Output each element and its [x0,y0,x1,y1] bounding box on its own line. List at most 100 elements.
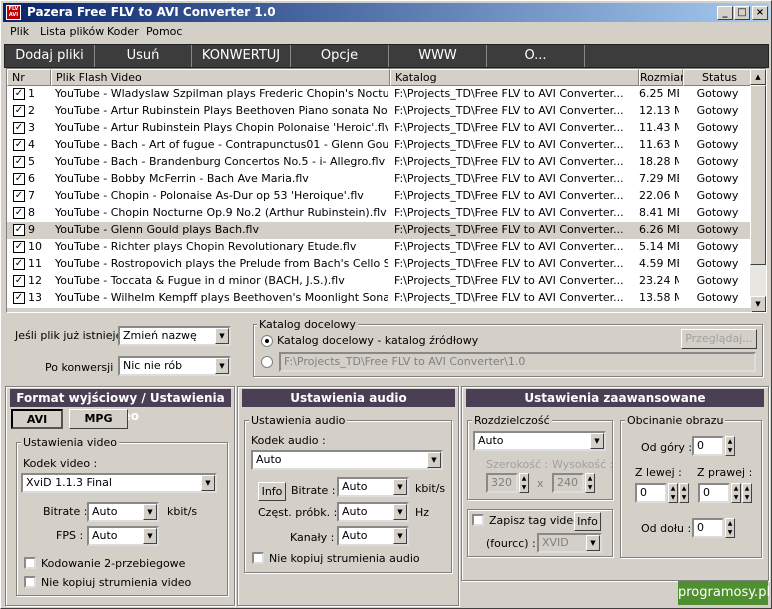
chevron-down-icon[interactable]: ▼ [393,528,407,544]
table-row[interactable]: ✓ 11 YouTube - Rostropovich plays the Prel… [7,256,752,273]
chevron-down-icon[interactable]: ▼ [143,504,157,520]
crop-left-field[interactable]: 0 [635,483,667,503]
list-scrollbar[interactable]: ▲ ▼ [750,69,766,312]
browse-button[interactable]: Przeglądaj... [681,329,757,349]
crop-bottom-field[interactable]: 0 [692,518,724,538]
crop-top-field[interactable]: 0 [692,436,724,456]
table-row[interactable]: ✓ 2 YouTube - Artur Rubinstein Plays Beeth… [7,103,752,120]
row-checkbox[interactable]: ✓ [13,105,25,117]
chevron-down-icon[interactable]: ▼ [590,433,604,449]
audio-codec-select[interactable]: Auto ▼ [251,450,443,470]
menu-lista-plikow[interactable]: Lista plików [40,25,104,38]
chevron-down-icon[interactable]: ▼ [215,358,229,374]
chevron-down-icon[interactable]: ▼ [393,479,407,495]
menu-koder[interactable]: Koder [107,25,139,38]
row-checkbox[interactable]: ✓ [13,275,25,287]
tab-avi[interactable]: AVI [11,409,63,429]
convert-button[interactable]: KONWERTUJ [192,45,291,67]
chevron-down-icon[interactable]: ▼ [143,528,157,544]
crop-top-spinner[interactable]: ▲ ▼ [725,436,735,456]
minimize-button[interactable]: _ [717,6,733,20]
height-spinner[interactable]: ▲ ▼ [585,473,595,493]
row-checkbox[interactable]: ✓ [13,88,25,100]
resolution-select[interactable]: Auto ▼ [473,431,606,451]
file-list[interactable]: Nr Plik Flash Video Katalog Rozmiar Stat… [6,68,767,313]
audio-nocopy-checkbox[interactable] [252,552,264,564]
dest-path-field[interactable]: F:\Projects_TD\Free FLV to AVI Converter… [279,352,756,372]
row-checkbox[interactable]: ✓ [13,292,25,304]
table-row[interactable]: ✓ 6 YouTube - Bobby McFerrin - Bach Ave Ma… [7,171,752,188]
www-button[interactable]: WWW [389,45,487,67]
video-bitrate-select[interactable]: Auto ▼ [87,502,159,522]
height-field[interactable]: 240 [552,473,584,493]
row-checkbox[interactable]: ✓ [13,139,25,151]
chevron-down-icon[interactable]: ▼ [215,328,229,344]
menu-plik[interactable]: Plik [10,25,29,38]
video-nocopy-checkbox[interactable] [24,576,36,588]
row-checkbox[interactable]: ✓ [13,258,25,270]
fps-select[interactable]: Auto ▼ [87,526,159,546]
table-row[interactable]: ✓ 9 YouTube - Glenn Gould plays Bach.flv F:… [7,222,752,239]
crop-right-field[interactable]: 0 [698,483,730,503]
crop-bottom-spinner[interactable]: ▲ ▼ [725,518,735,538]
col-size[interactable]: Rozmiar [639,69,685,86]
table-row[interactable]: ✓ 3 YouTube - Artur Rubinstein Plays Chopi… [7,120,752,137]
table-row[interactable]: ✓ 5 YouTube - Bach - Brandenburg Concertos… [7,154,752,171]
crop-left-spinner2[interactable]: ▲ ▼ [679,483,689,503]
chevron-down-icon[interactable]: ▼ [201,475,215,491]
table-row[interactable]: ✓ 13 YouTube - Wilhelm Kempff plays Beetho… [7,290,752,307]
close-button[interactable]: × [752,6,768,20]
options-button[interactable]: Opcje [291,45,389,67]
fourcc-select[interactable]: XVID ▼ [537,533,602,553]
remove-button[interactable]: Usuń [95,45,192,67]
row-checkbox[interactable]: ✓ [13,207,25,219]
row-checkbox[interactable]: ✓ [13,122,25,134]
chevron-down-icon[interactable]: ▼ [586,535,600,551]
video-codec-select[interactable]: XviD 1.1.3 Final ▼ [21,473,217,493]
width-field[interactable]: 320 [486,473,518,493]
maximize-button[interactable]: □ [734,6,750,20]
crop-right-spinner2[interactable]: ▲ ▼ [742,483,752,503]
menu-pomoc[interactable]: Pomoc [146,25,182,38]
tag-info-button[interactable]: Info [574,512,601,531]
table-row[interactable]: ✓ 8 YouTube - Chopin Nocturne Op.9 No.2 (A… [7,205,752,222]
about-button[interactable]: O... [487,45,585,67]
row-checkbox[interactable]: ✓ [13,241,25,253]
chevron-down-icon[interactable]: ▼ [427,452,441,468]
chevron-down-icon[interactable]: ▼ [393,504,407,520]
advanced-panel-title: Ustawienia zaawansowane [466,389,764,407]
freq-select[interactable]: Auto ▼ [337,502,409,522]
col-status[interactable]: Status [683,69,752,86]
width-spinner[interactable]: ▲ ▼ [519,473,529,493]
row-checkbox[interactable]: ✓ [13,173,25,185]
col-dir[interactable]: Katalog [390,69,639,86]
crop-right-spinner[interactable]: ▲ ▼ [731,483,741,503]
scroll-thumb[interactable] [750,85,766,265]
row-checkbox[interactable]: ✓ [13,224,25,236]
table-row[interactable]: ✓ 1 YouTube - Wladyslaw Szpilman plays Fre… [7,86,752,103]
exists-select[interactable]: Zmień nazwę ▼ [118,326,231,346]
channels-select[interactable]: Auto ▼ [337,526,409,546]
scroll-down-icon[interactable]: ▼ [750,296,766,312]
scroll-up-icon[interactable]: ▲ [750,69,766,85]
row-dir: F:\Projects_TD\Free FLV to AVI Converter… [394,257,624,270]
table-row[interactable]: ✓ 7 YouTube - Chopin - Polonaise As-Dur op… [7,188,752,205]
audio-bitrate-select[interactable]: Auto ▼ [337,477,409,497]
table-row[interactable]: ✓ 4 YouTube - Bach - Art of fugue - Contra… [7,137,752,154]
twopass-checkbox[interactable] [24,557,36,569]
tag-checkbox[interactable] [472,514,484,526]
list-hscrollbar[interactable] [7,308,752,312]
row-checkbox[interactable]: ✓ [13,156,25,168]
dest-radio-source[interactable] [261,335,273,347]
tab-mpg[interactable]: MPG [69,409,128,429]
after-select[interactable]: Nic nie rób ▼ [118,356,231,376]
row-checkbox[interactable]: ✓ [13,190,25,202]
dest-radio-custom[interactable] [261,356,273,368]
col-nr[interactable]: Nr [7,69,51,86]
crop-left-spinner[interactable]: ▲ ▼ [668,483,678,503]
table-row[interactable]: ✓ 10 YouTube - Richter plays Chopin Revolu… [7,239,752,256]
add-files-button[interactable]: Dodaj pliki [5,45,95,67]
audio-info-button[interactable]: Info [258,482,286,501]
col-file[interactable]: Plik Flash Video [51,69,390,86]
table-row[interactable]: ✓ 12 YouTube - Toccata & Fugue in d minor … [7,273,752,290]
